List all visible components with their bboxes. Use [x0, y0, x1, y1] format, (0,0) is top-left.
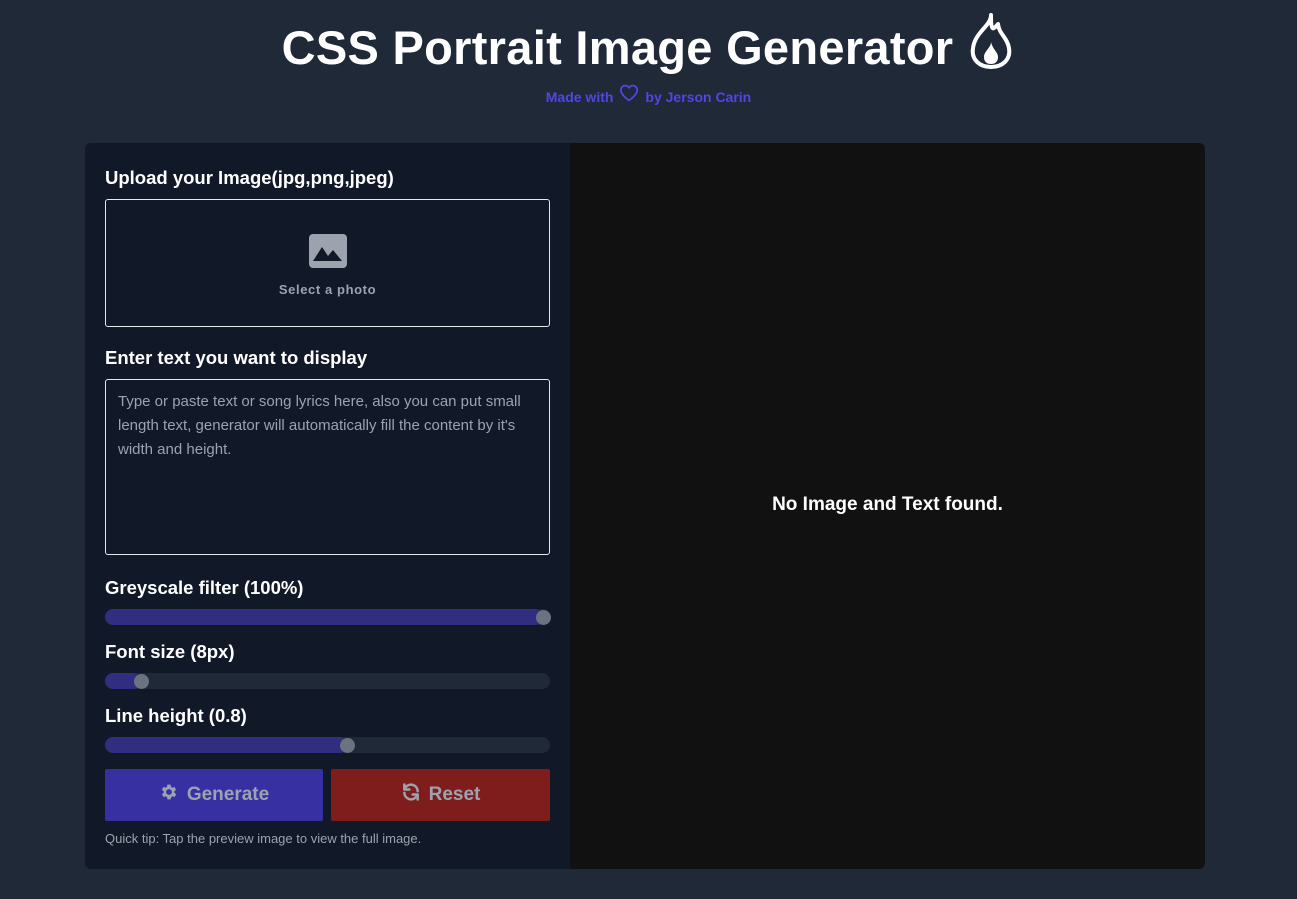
upload-label: Upload your Image(jpg,png,jpeg): [105, 167, 394, 188]
image-icon: [308, 229, 348, 282]
font-size-label: Font size (8px): [105, 641, 235, 662]
quick-tip: Quick tip: Tap the preview image to view…: [105, 831, 422, 846]
made-with-text: Made with: [545, 88, 614, 105]
generate-label: Generate: [186, 784, 270, 805]
reset-label: Reset: [428, 784, 481, 805]
fire-icon: [967, 12, 1015, 84]
page-header: CSS Portrait Image Generator Made with b…: [0, 12, 1297, 109]
greyscale-slider[interactable]: [105, 609, 551, 625]
preview-empty-message: No Image and Text found.: [772, 494, 1003, 515]
font-size-slider[interactable]: [105, 673, 550, 689]
line-height-slider[interactable]: [105, 737, 550, 753]
author-name[interactable]: by Jerson Carin: [645, 85, 751, 109]
heart-icon: [619, 84, 639, 109]
greyscale-label: Greyscale filter (100%): [105, 577, 304, 598]
generator-card: Upload your Image(jpg,png,jpeg) Select a…: [85, 143, 1205, 869]
author-credit: Made with by Jerson Carin: [545, 84, 751, 109]
line-height-slider-thumb[interactable]: [340, 738, 356, 753]
page-title-row: CSS Portrait Image Generator: [282, 12, 1016, 84]
photo-dropzone[interactable]: Select a photo: [105, 199, 550, 327]
greyscale-slider-thumb[interactable]: [536, 610, 551, 625]
line-height-slider-fill: [105, 737, 348, 753]
preview-panel[interactable]: No Image and Text found.: [570, 143, 1205, 869]
controls-panel: Upload your Image(jpg,png,jpeg) Select a…: [85, 143, 570, 869]
font-size-slider-thumb[interactable]: [133, 674, 149, 689]
gear-icon: [159, 782, 179, 808]
generate-button[interactable]: Generate: [105, 769, 323, 821]
line-height-label: Line height (0.8): [105, 705, 247, 726]
text-input[interactable]: [105, 379, 550, 555]
refresh-icon: [401, 782, 421, 808]
greyscale-slider-fill: [105, 609, 543, 625]
page-title: CSS Portrait Image Generator: [281, 21, 954, 74]
text-input-label: Enter text you want to display: [105, 347, 368, 368]
upload-hint: Select a photo: [278, 282, 377, 297]
reset-button[interactable]: Reset: [331, 769, 550, 821]
